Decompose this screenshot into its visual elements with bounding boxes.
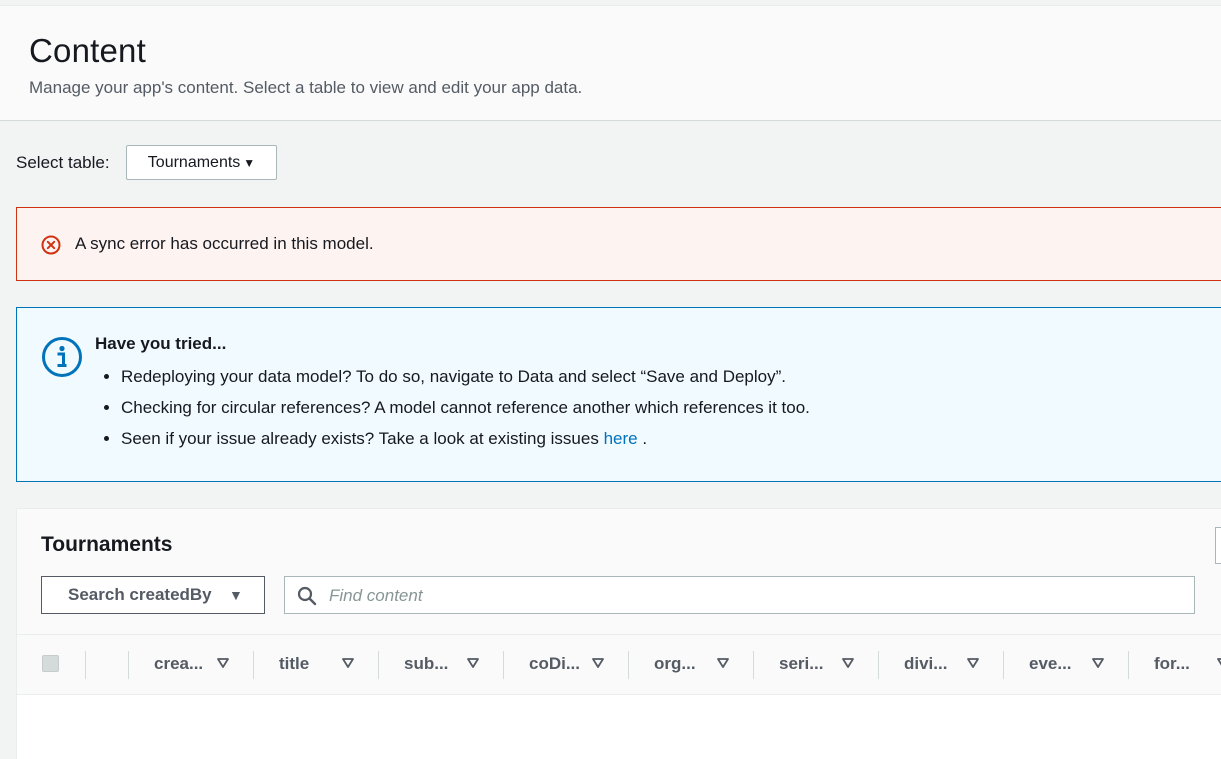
- sort-caret-icon[interactable]: [341, 656, 355, 670]
- search-bar: [284, 576, 1195, 615]
- column-header[interactable]: eve...: [1003, 635, 1128, 694]
- troubleshooting-info-alert: Have you tried... Redeploying your data …: [16, 307, 1221, 482]
- search-field-dropdown[interactable]: Search createdBy ▼: [41, 576, 265, 614]
- search-field-label: Search createdBy: [68, 585, 212, 604]
- sort-caret-icon[interactable]: [216, 656, 230, 670]
- column-header-label: divi...: [904, 654, 948, 673]
- column-header[interactable]: for...: [1128, 635, 1221, 694]
- column-header[interactable]: sub...: [378, 635, 503, 694]
- column-header[interactable]: title: [253, 635, 378, 694]
- column-header-label: org...: [654, 654, 696, 673]
- sort-caret-icon[interactable]: [1091, 656, 1105, 670]
- content-table-card: Tournaments Search createdBy ▼ crea... ti…: [16, 508, 1221, 759]
- page-header: Content Manage your app's content. Selec…: [0, 5, 1221, 121]
- sort-caret-icon[interactable]: [1216, 656, 1221, 670]
- column-header-label: title: [279, 654, 310, 673]
- select-all-checkbox[interactable]: [42, 655, 59, 672]
- suggestion-list: Redeploying your data model? To do so, n…: [95, 365, 810, 458]
- page-description: Manage your app's content. Select a tabl…: [29, 78, 583, 97]
- column-header-row: crea... title sub... coDi... org... seri... di…: [17, 634, 1221, 695]
- column-header-label: eve...: [1029, 654, 1072, 673]
- caret-down-icon: ▼: [243, 155, 256, 170]
- search-icon: [297, 586, 317, 606]
- table-action-button[interactable]: [1215, 527, 1221, 564]
- suggestion-item: Redeploying your data model? To do so, n…: [121, 365, 810, 396]
- table-select-value: Tournaments: [147, 153, 241, 171]
- search-input[interactable]: [327, 577, 1181, 615]
- column-header[interactable]: divi...: [878, 635, 1003, 694]
- column-header[interactable]: crea...: [128, 635, 253, 694]
- column-header-label: crea...: [154, 654, 204, 673]
- content-page: Content Manage your app's content. Selec…: [0, 0, 1221, 759]
- table-title: Tournaments: [41, 533, 173, 556]
- error-message: A sync error has occurred in this model.: [75, 234, 374, 253]
- column-header-label: seri...: [779, 654, 824, 673]
- suggestion-item: Checking for circular references? A mode…: [121, 396, 810, 427]
- sort-caret-icon[interactable]: [716, 656, 730, 670]
- column-header[interactable]: seri...: [753, 635, 878, 694]
- table-select-dropdown[interactable]: Tournaments ▼: [126, 145, 277, 180]
- column-header-label: sub...: [404, 654, 449, 673]
- select-table-label: Select table:: [16, 153, 110, 172]
- column-header[interactable]: org...: [628, 635, 753, 694]
- column-divider: [85, 651, 86, 679]
- column-header-label: for...: [1154, 654, 1190, 673]
- caret-down-icon: ▼: [229, 587, 243, 603]
- table-header-area: Tournaments Search createdBy ▼: [17, 509, 1221, 634]
- column-header[interactable]: coDi...: [503, 635, 628, 694]
- sync-error-alert: A sync error has occurred in this model.: [16, 207, 1221, 281]
- suggestion-item: Seen if your issue already exists? Take …: [121, 427, 810, 458]
- error-circle-icon: [41, 235, 61, 255]
- sort-caret-icon[interactable]: [591, 656, 605, 670]
- page-title: Content: [29, 32, 146, 69]
- column-header-label: coDi...: [529, 654, 581, 673]
- info-circle-icon: [42, 337, 82, 377]
- sort-caret-icon[interactable]: [966, 656, 980, 670]
- sort-caret-icon[interactable]: [466, 656, 480, 670]
- sort-caret-icon[interactable]: [841, 656, 855, 670]
- info-alert-title: Have you tried...: [95, 334, 227, 353]
- existing-issues-link[interactable]: here: [604, 429, 638, 448]
